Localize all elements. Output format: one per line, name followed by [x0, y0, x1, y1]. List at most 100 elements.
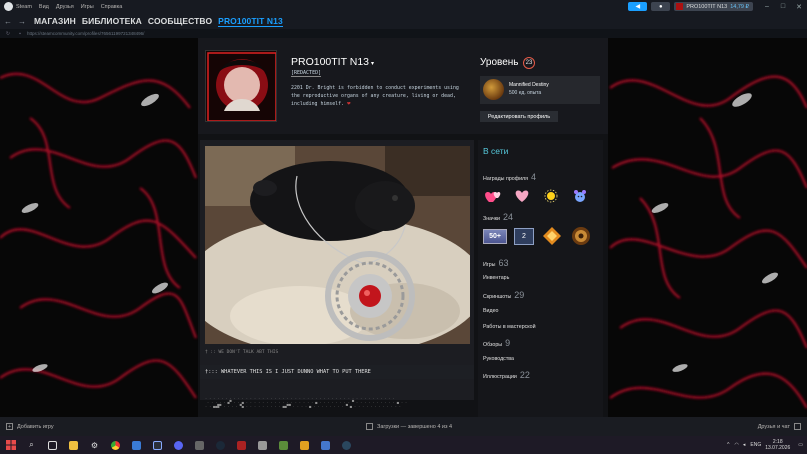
- discord-icon[interactable]: [170, 438, 187, 452]
- app-icon[interactable]: [233, 438, 250, 452]
- downloads-button[interactable]: Загрузки — завершено 4 из 4: [366, 423, 452, 430]
- award-sun-icon[interactable]: [541, 186, 561, 206]
- app-icon[interactable]: [296, 438, 313, 452]
- megaphone-icon: ◀: [635, 4, 641, 10]
- heart-icon: ❤: [346, 100, 351, 107]
- notifications-icon[interactable]: ▭: [798, 442, 803, 448]
- tab-store[interactable]: МАГАЗИН: [34, 16, 76, 26]
- app-square: [279, 440, 288, 450]
- persona-name[interactable]: PRO100TIT N13 ▾: [291, 56, 374, 68]
- featured-badge-icon: [483, 79, 504, 100]
- app-icon[interactable]: [128, 438, 145, 452]
- screenshots-link[interactable]: Скриншоты 29: [483, 290, 524, 300]
- reviews-label: Обзоры: [483, 342, 503, 348]
- volume-icon[interactable]: ◂: [743, 442, 746, 448]
- file-explorer-icon[interactable]: [65, 438, 82, 452]
- screenshots-label: Скриншоты: [483, 294, 512, 300]
- search-icon[interactable]: ⌕: [23, 438, 40, 452]
- profile-awards-label: Награды профиля: [483, 176, 529, 182]
- tab-profile[interactable]: PRO100TIT N13: [218, 16, 283, 27]
- inventory-link[interactable]: Инвентарь: [483, 275, 509, 281]
- app-icon[interactable]: [149, 438, 166, 452]
- summary-line: including himself. ❤: [291, 100, 471, 109]
- screenshots-count: 29: [514, 290, 525, 300]
- system-tray: ^ ◠ ◂ ENG 2:18 13.07.2026 ▭: [727, 436, 803, 454]
- chrome-icon[interactable]: [107, 438, 124, 452]
- add-game-button[interactable]: + Добавить игру: [6, 423, 54, 430]
- games-link[interactable]: Игры 63: [483, 258, 509, 268]
- menu-view[interactable]: Вид: [39, 4, 49, 10]
- award-bear-icon[interactable]: [570, 186, 590, 206]
- featured-badge[interactable]: Mannified Destiny 500 ед. опыта: [480, 76, 600, 104]
- lock-icon: ▪: [19, 30, 21, 37]
- app-icon[interactable]: [317, 438, 334, 452]
- friends-chat-button[interactable]: Друзья и чат: [758, 423, 801, 430]
- online-status: В сети: [483, 146, 509, 156]
- reload-icon[interactable]: ↻: [4, 31, 12, 37]
- badges-row: 50+ 2: [483, 226, 600, 246]
- reviews-count: 9: [505, 338, 511, 348]
- summary-line: 2201 Dr. Bright is forbidden to conduct …: [291, 85, 459, 91]
- network-icon[interactable]: ◠: [735, 442, 739, 448]
- badge-years-icon[interactable]: 50+: [483, 226, 507, 246]
- profile-awards-link[interactable]: Награды профиля 4: [483, 172, 536, 182]
- app-square: [258, 440, 267, 450]
- artwork-link[interactable]: Иллюстрации 22: [483, 370, 530, 380]
- guides-link[interactable]: Руководства: [483, 356, 514, 362]
- award-pink-heart-icon[interactable]: [512, 186, 532, 206]
- chevron-down-icon[interactable]: ▾: [371, 61, 374, 67]
- tray-chevron-icon[interactable]: ^: [727, 442, 729, 448]
- url-text[interactable]: https://steamcommunity.com/profiles/7656…: [27, 31, 144, 36]
- account-name: PRO100TIT N13: [686, 3, 728, 10]
- start-button[interactable]: [2, 438, 19, 452]
- menu-steam[interactable]: Steam: [16, 4, 32, 10]
- steam-taskbar-icon[interactable]: [212, 438, 229, 452]
- app-square: [153, 440, 162, 450]
- badge-community-icon[interactable]: [542, 226, 562, 246]
- videos-link[interactable]: Видео: [483, 308, 498, 314]
- settings-gear-icon[interactable]: ⚙: [86, 438, 103, 452]
- award-hearts-icon[interactable]: [483, 186, 503, 206]
- edit-profile-button[interactable]: Редактировать профиль: [480, 111, 558, 122]
- back-arrow-icon[interactable]: ←: [2, 17, 14, 26]
- summary-line-text: including himself.: [291, 101, 344, 107]
- app-icon[interactable]: [275, 438, 292, 452]
- steam-logo-icon[interactable]: [4, 2, 13, 11]
- account-menu[interactable]: PRO100TIT N13 14,79 ₽: [674, 2, 753, 11]
- tab-community[interactable]: СООБЩЕСТВО: [148, 16, 212, 26]
- task-view-icon[interactable]: [44, 438, 61, 452]
- app-square: [132, 440, 141, 450]
- plus-icon: +: [6, 423, 13, 430]
- showcase-caption: † :: WE DON'T TALK ABT THIS: [205, 350, 279, 355]
- summary-line: the reproductive organs of any creature,…: [291, 92, 456, 99]
- showcase-image[interactable]: [205, 146, 470, 344]
- close-icon[interactable]: ✕: [791, 3, 807, 11]
- badges-link[interactable]: Значки 24: [483, 212, 513, 222]
- folder-square: [69, 440, 78, 450]
- notifications-button[interactable]: ●: [651, 2, 671, 11]
- bell-icon: ●: [659, 3, 663, 10]
- menu-games[interactable]: Игры: [81, 4, 94, 10]
- avatar: [676, 3, 684, 10]
- badge-collector-icon[interactable]: 2: [513, 226, 535, 246]
- app-icon[interactable]: [254, 438, 271, 452]
- level-badge[interactable]: 23: [523, 57, 535, 69]
- broadcast-button[interactable]: ◀: [628, 2, 648, 11]
- tab-library[interactable]: БИБЛИОТЕКА: [82, 16, 142, 26]
- steam-running-icon[interactable]: [338, 438, 355, 452]
- reviews-link[interactable]: Обзоры 9: [483, 338, 510, 348]
- maximize-icon[interactable]: □: [775, 3, 791, 10]
- badge-mannified-icon[interactable]: [571, 226, 591, 246]
- language-indicator[interactable]: ENG: [750, 442, 761, 448]
- app-square: [195, 440, 204, 450]
- menu-friends[interactable]: Друзья: [56, 4, 74, 10]
- workshop-link[interactable]: Работы в мастерской: [483, 324, 536, 330]
- awards-row: [483, 186, 599, 206]
- forward-arrow-icon[interactable]: →: [16, 17, 28, 26]
- menu-help[interactable]: Справка: [101, 4, 123, 10]
- clock[interactable]: 2:18 13.07.2026: [765, 439, 790, 451]
- minimize-icon[interactable]: –: [759, 3, 775, 10]
- discord-logo: [174, 440, 183, 450]
- ascii-art: . . . . . . . . . . . . . . . . . . . . …: [205, 396, 408, 408]
- app-icon[interactable]: [191, 438, 208, 452]
